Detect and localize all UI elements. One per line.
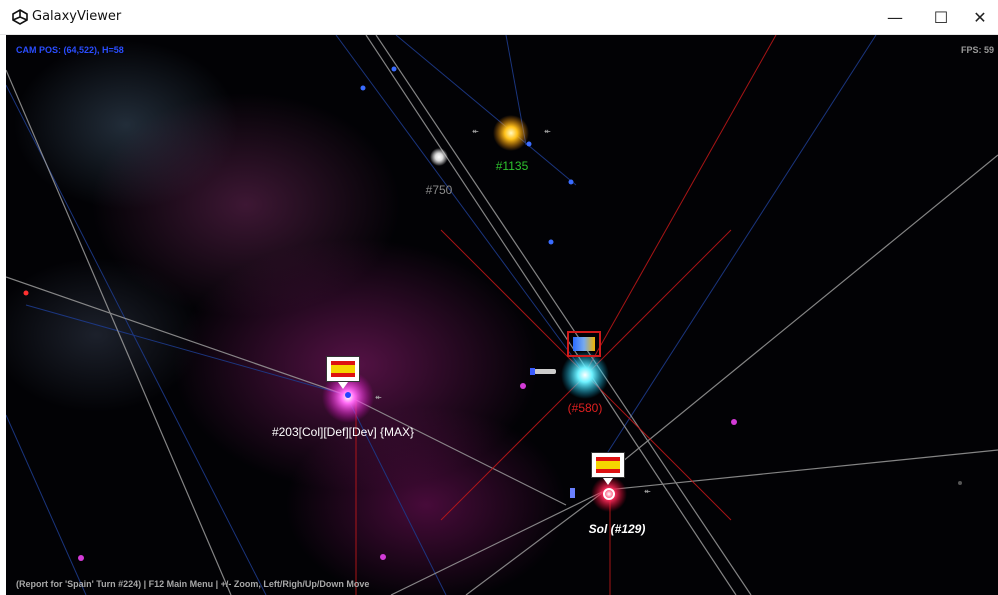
spain-flag-icon[interactable] xyxy=(326,356,360,382)
star-label-580[interactable]: (#580) xyxy=(568,401,603,415)
star-580-glow xyxy=(561,351,609,399)
fps-counter: FPS: 59 xyxy=(960,45,994,55)
unity-logo-icon xyxy=(12,9,28,25)
star-label-1135[interactable]: #1135 xyxy=(496,159,528,173)
fleet-ship-icon xyxy=(530,368,556,375)
star-750-glow xyxy=(430,148,448,166)
galaxy-viewport[interactable]: ↞ ↞ ↞ ↞ #1135 #750 #203[Col][Def][Dev] {… xyxy=(6,35,998,595)
minimize-button[interactable]: — xyxy=(872,0,918,34)
star-1135-glow xyxy=(493,115,529,151)
spain-flag-icon[interactable] xyxy=(591,452,625,478)
starlane-layer: ↞ ↞ ↞ ↞ xyxy=(6,35,998,595)
svg-text:↞: ↞ xyxy=(472,127,479,136)
svg-text:↞: ↞ xyxy=(375,393,382,402)
galaxy-viewer-window: GalaxyViewer — ☐ ✕ ↞ ↞ ↞ ↞ #1135 #750 #2… xyxy=(0,0,998,595)
camera-position-readout: CAM POS: (64,522), H=58 xyxy=(16,45,124,55)
star-label-203[interactable]: #203[Col][Def][Dev] {MAX} xyxy=(272,425,414,439)
close-button[interactable]: ✕ xyxy=(957,0,998,34)
star-label-750[interactable]: #750 xyxy=(426,183,453,197)
status-bar-text: (Report for 'Spain' Turn #224) | F12 Mai… xyxy=(16,579,370,589)
svg-text:↞: ↞ xyxy=(544,127,551,136)
enemy-planet-marker[interactable] xyxy=(567,331,601,357)
svg-text:↞: ↞ xyxy=(644,487,651,496)
title-bar[interactable]: GalaxyViewer — ☐ ✕ xyxy=(0,0,998,35)
window-title: GalaxyViewer xyxy=(32,9,122,24)
star-label-sol[interactable]: Sol (#129) xyxy=(589,522,646,536)
